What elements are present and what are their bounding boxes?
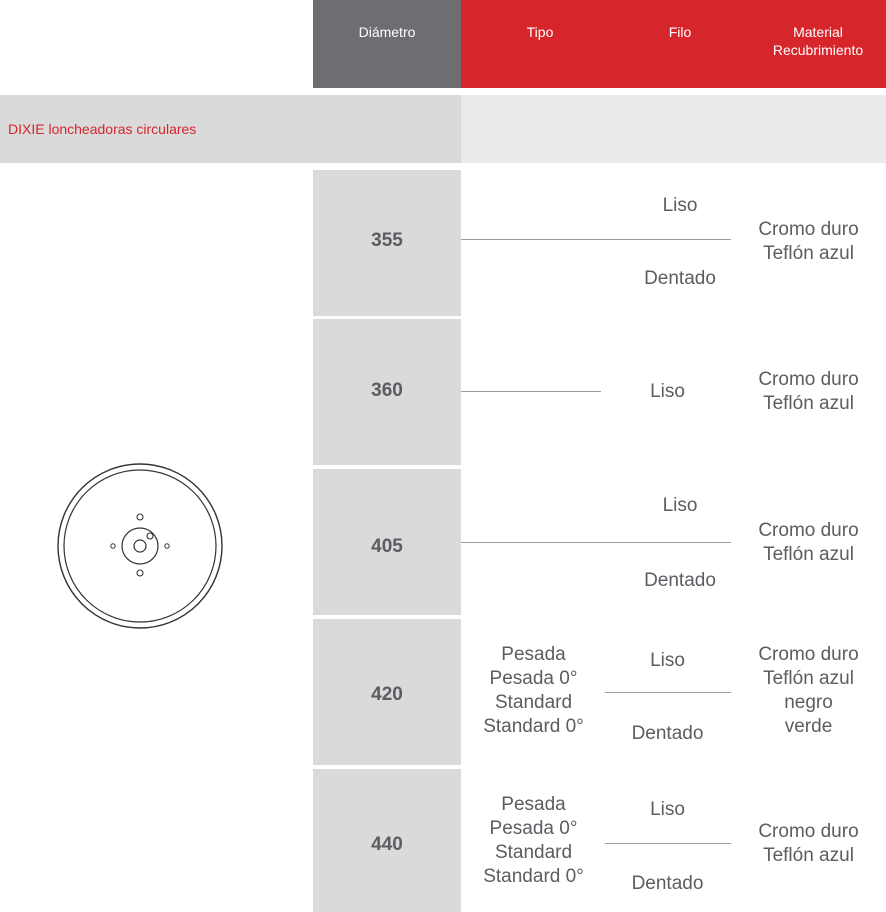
- row-separator: [605, 692, 731, 693]
- material-cell: Cromo duro Teflón azul: [758, 219, 859, 264]
- filo-value: Liso: [662, 495, 698, 516]
- row-separator: [605, 843, 731, 844]
- diametro-value: 420: [371, 684, 403, 705]
- diametro-value: 360: [371, 380, 403, 401]
- row-separator: [461, 239, 731, 240]
- header-tipo: Tipo: [526, 24, 554, 40]
- material-cell: Cromo duro Teflón azul negro verde: [758, 644, 859, 737]
- section-title: DIXIE loncheadoras circulares: [8, 121, 197, 137]
- tipo-cell: Pesada Pesada 0° Standard Standard 0°: [483, 644, 584, 737]
- header-material: Material Recubrimiento: [750, 23, 886, 59]
- header-material-line2: Recubrimiento: [772, 42, 864, 58]
- diametro-value: 405: [371, 536, 403, 557]
- diametro-value: 440: [371, 834, 403, 855]
- filo-value: Liso: [650, 381, 685, 402]
- filo-value: Dentado: [631, 873, 704, 894]
- filo-value: Liso: [662, 195, 698, 216]
- filo-value: Liso: [650, 799, 685, 820]
- row-separator: [461, 542, 731, 543]
- tipo-cell: Pesada Pesada 0° Standard Standard 0°: [483, 794, 584, 887]
- filo-value: Dentado: [631, 723, 704, 744]
- header-diametro: Diámetro: [358, 24, 416, 40]
- row-separator: [461, 391, 601, 392]
- circular-blade-icon: [56, 462, 224, 635]
- material-cell: Cromo duro Teflón azul: [758, 369, 859, 414]
- filo-value: Dentado: [644, 570, 716, 591]
- filo-value: Dentado: [644, 268, 716, 289]
- header-filo: Filo: [668, 24, 692, 40]
- material-cell: Cromo duro Teflón azul: [758, 821, 859, 866]
- header-material-line1: Material: [793, 24, 843, 40]
- header-diametro-bg: [313, 0, 461, 88]
- diametro-value: 355: [371, 230, 403, 251]
- filo-value: Liso: [650, 650, 685, 671]
- material-cell: Cromo duro Teflón azul: [758, 520, 859, 565]
